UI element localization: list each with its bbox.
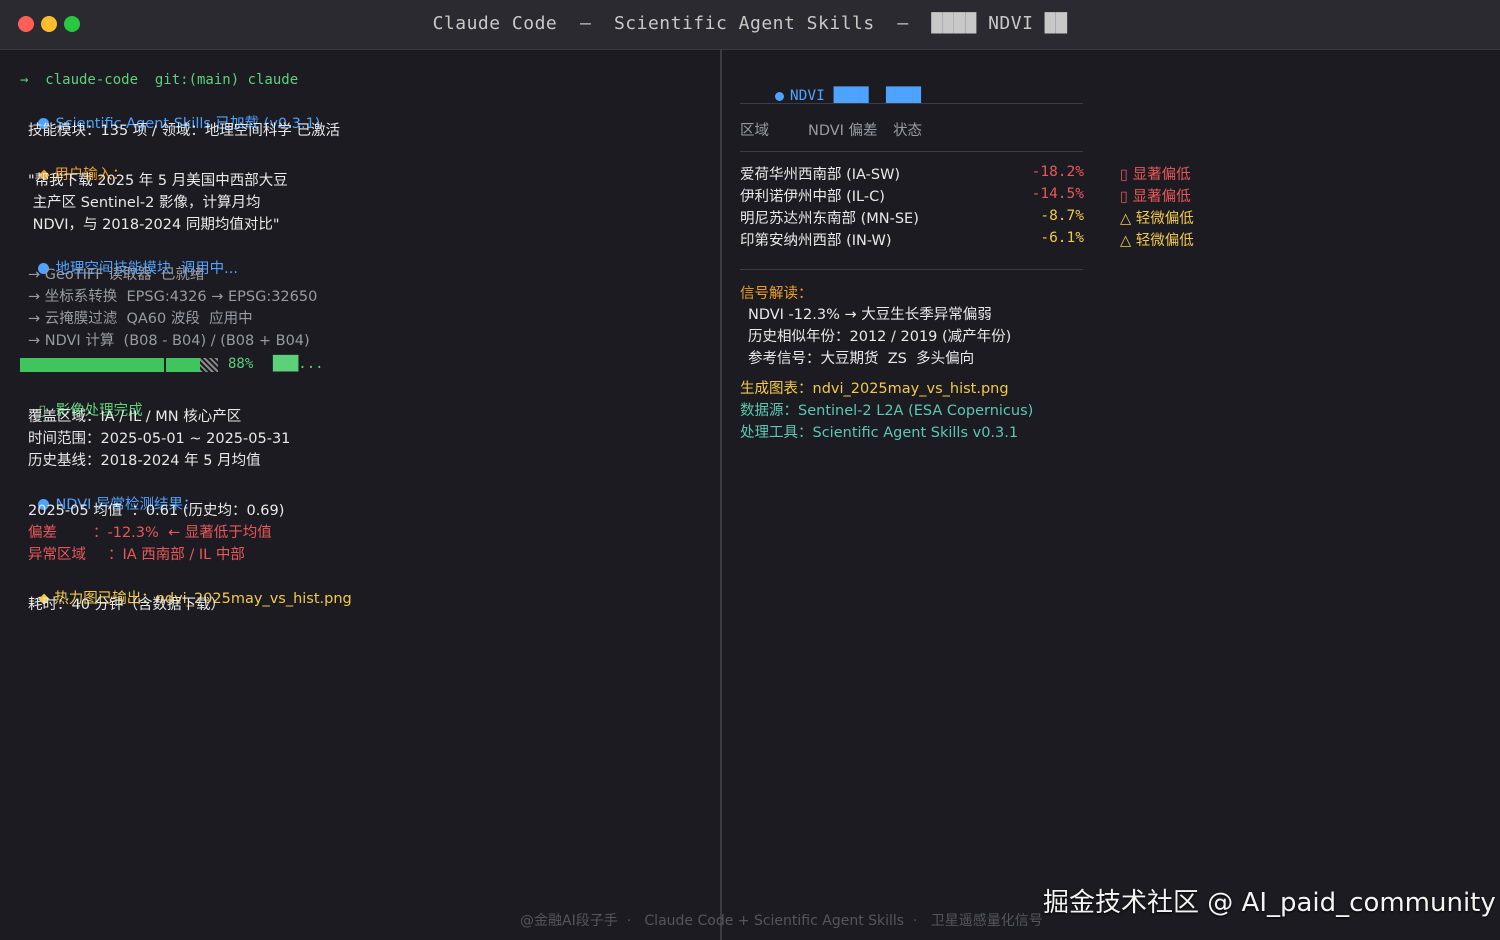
- done-detail: 覆盖区域：IA / IL / MN 核心产区: [28, 409, 242, 425]
- row-value: -14.5%: [1031, 186, 1084, 202]
- step-line: → NDVI 计算 (B08 - B04) / (B08 + B04): [28, 333, 310, 349]
- user-input-line: "帮我下载 2025 年 5 月美国中西部大豆: [28, 173, 288, 189]
- elapsed-text: 耗时：40 分钟（含数据下载）: [28, 597, 226, 613]
- watermark: 掘金技术社区 @ AI_paid_community: [1043, 888, 1496, 918]
- status-dot-icon: [774, 92, 784, 101]
- anomaly-region-label: 异常区域: [28, 547, 86, 563]
- row-region: 明尼苏达州东南部 (MN-SE): [740, 211, 919, 227]
- anomaly-dev-value: ：-12.3% ← 显著低于均值: [93, 525, 272, 541]
- anomaly-dev-label: 偏差: [28, 525, 57, 541]
- skill-count-text: 技能模块：135 项 / 领域：地理空间科学 已激活: [28, 123, 340, 139]
- col-region-header: 区域: [740, 123, 769, 139]
- anomaly-mean: 2025-05 均值 ：0.61 (历史均：0.69): [28, 503, 285, 519]
- row-status: △ 轻微偏低: [1120, 233, 1194, 249]
- row-region: 伊利诺伊州中部 (IL-C): [740, 189, 885, 205]
- row-value: -8.7%: [1040, 208, 1084, 224]
- signal-line: 历史相似年份：2012 / 2019 (减产年份): [748, 329, 1012, 345]
- row-status: ▯ 显著偏低: [1120, 189, 1191, 205]
- signal-title: 信号解读：: [740, 286, 813, 302]
- progress-percent: 88%: [228, 356, 254, 372]
- progress-bar: [20, 358, 218, 372]
- row-status: △ 轻微偏低: [1120, 211, 1194, 227]
- row-status: ▯ 显著偏低: [1120, 167, 1191, 183]
- done-detail: 历史基线：2018-2024 年 5 月均值: [28, 453, 261, 469]
- data-source-text: 数据源：Sentinel-2 L2A (ESA Copernicus): [740, 403, 1034, 419]
- signal-line: NDVI -12.3% → 大豆生长季异常偏弱: [748, 307, 992, 323]
- step-line: → GeoTIFF 读取器 已就绪: [28, 267, 205, 283]
- progress-segment-divider: [164, 358, 166, 372]
- title-bar: Claude Code — Scientific Agent Skills — …: [0, 0, 1500, 50]
- done-detail: 时间范围：2025-05-01 ~ 2025-05-31: [28, 431, 291, 447]
- signal-line: 参考信号：大豆期货 ZS 多头偏向: [748, 351, 975, 367]
- col-dev-header: NDVI 偏差: [808, 123, 878, 139]
- row-region: 爱荷华州西南部 (IA-SW): [740, 167, 901, 183]
- step-line: → 坐标系转换 EPSG:4326 → EPSG:32650: [28, 289, 318, 305]
- report-header-text: NDVI ████ ████: [789, 88, 921, 104]
- chart-file-text: 生成图表：ndvi_2025may_vs_hist.png: [740, 381, 1009, 397]
- row-value: -18.2%: [1031, 164, 1084, 180]
- row-region: 印第安纳州西部 (IN-W): [740, 233, 892, 249]
- shell-prompt: → claude-code git:(main) claude: [20, 72, 299, 88]
- header-rule: [740, 103, 1083, 104]
- user-input-line: 主产区 Sentinel-2 影像，计算月均: [28, 195, 261, 211]
- anomaly-region-value: ：IA 西南部 / IL 中部: [108, 547, 245, 563]
- progress-status: ███...: [273, 356, 324, 372]
- pane-divider[interactable]: [720, 50, 722, 940]
- step-line: → 云掩膜过滤 QA60 波段 应用中: [28, 311, 253, 327]
- row-value: -6.1%: [1040, 230, 1084, 246]
- table-header-rule: [740, 151, 1083, 152]
- footer-credits: @金融AI段子手 · Claude Code + Scientific Agen…: [520, 913, 1043, 929]
- col-status-header: 状态: [893, 123, 922, 139]
- user-input-line: NDVI，与 2018-2024 同期均值对比": [28, 217, 280, 233]
- tool-text: 处理工具：Scientific Agent Skills v0.3.1: [740, 425, 1019, 441]
- progress-remaining: [200, 358, 218, 372]
- window-title: Claude Code — Scientific Agent Skills — …: [432, 13, 1068, 34]
- table-bottom-rule: [740, 269, 1083, 270]
- progress-fill: [20, 358, 200, 372]
- report-header: NDVI ████ ████: [740, 72, 921, 120]
